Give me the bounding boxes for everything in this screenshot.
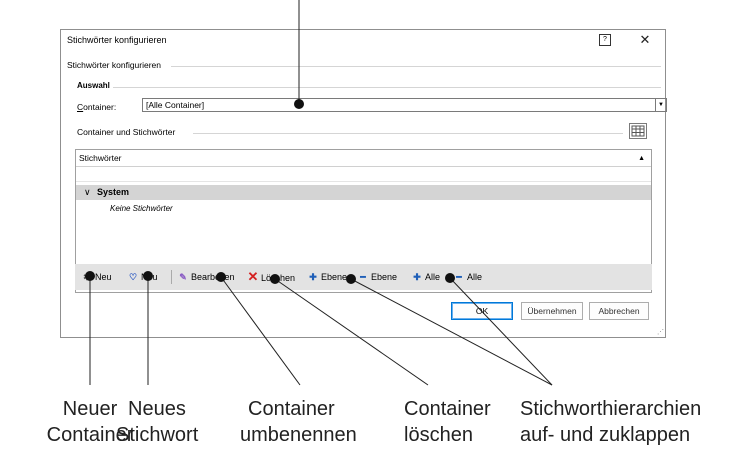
toolbar-separator	[171, 270, 172, 284]
expand-level-button[interactable]: ✚ Ebene	[307, 264, 347, 290]
container-label: Container:	[77, 102, 117, 112]
grid-icon[interactable]	[629, 123, 647, 139]
title-bar: Stichwörter konfigurieren ? ✕	[61, 30, 665, 52]
delete-button[interactable]: ✕ Löschen	[247, 264, 295, 290]
group-name: System	[97, 187, 130, 197]
collapse-level-button[interactable]: ━ Ebene	[357, 264, 397, 290]
rename-button[interactable]: ✎ Bearbeiten	[177, 264, 234, 290]
new-keyword-icon: ♡	[128, 272, 138, 282]
plus-icon: ✚	[413, 272, 421, 282]
pencil-icon: ✎	[179, 272, 187, 282]
minus-icon: ━	[360, 272, 366, 282]
sort-arrow-icon: ▲	[638, 155, 645, 162]
keyword-config-dialog: Stichwörter konfigurieren ? ✕ Stichwörte…	[60, 29, 667, 338]
new-container-button[interactable]: ✱ Neu	[81, 264, 111, 290]
column-header[interactable]: Stichwörter ▲	[76, 150, 651, 167]
new-keyword-button[interactable]: ♡ Neu	[127, 264, 158, 290]
callout-delete-container: Container löschen	[404, 398, 491, 446]
ok-button[interactable]: OK	[451, 302, 513, 320]
callout-rename-container: Container umbenennen	[240, 398, 357, 446]
tree-section-label: Container und Stichwörter	[77, 127, 179, 137]
auswahl-label: Auswahl	[77, 81, 113, 90]
dropdown-arrow-icon[interactable]: ▼	[656, 98, 667, 112]
callout-hierarchies: Stichworthierarchien auf- und zuklappen	[520, 398, 702, 446]
delete-x-icon: ✕	[247, 269, 259, 284]
apply-button[interactable]: Übernehmen	[521, 302, 583, 320]
container-select[interactable]: [Alle Container]	[142, 98, 656, 112]
minus-icon: ━	[456, 272, 462, 282]
help-icon[interactable]: ?	[599, 34, 611, 46]
column-header-label: Stichwörter	[79, 153, 122, 163]
callout-new-keyword: Neues Stichwort	[116, 398, 199, 446]
filter-row[interactable]	[76, 167, 651, 182]
close-icon[interactable]: ✕	[635, 31, 655, 49]
cancel-button[interactable]: Abbrechen	[589, 302, 649, 320]
tree-toolbar: ✱ Neu ♡ Neu ✎ Bearbeiten ✕ Löschen ✚ Ebene ━ E…	[75, 264, 652, 290]
section-divider	[171, 66, 661, 67]
new-container-icon: ✱	[83, 272, 91, 282]
dialog-title: Stichwörter konfigurieren	[67, 35, 167, 45]
chevron-down-icon[interactable]: ∨	[84, 185, 91, 200]
auswahl-divider	[113, 87, 661, 88]
tree-group-row[interactable]: ∨ System	[76, 185, 651, 200]
resize-grip-icon[interactable]: ⋰	[657, 328, 664, 336]
tree-divider	[193, 133, 623, 134]
empty-keyword-text: Keine Stichwörter	[110, 204, 173, 213]
expand-all-button[interactable]: ✚ Alle	[411, 264, 440, 290]
collapse-all-button[interactable]: ━ Alle	[453, 264, 482, 290]
plus-icon: ✚	[309, 272, 317, 282]
section-label: Stichwörter konfigurieren	[67, 60, 165, 70]
